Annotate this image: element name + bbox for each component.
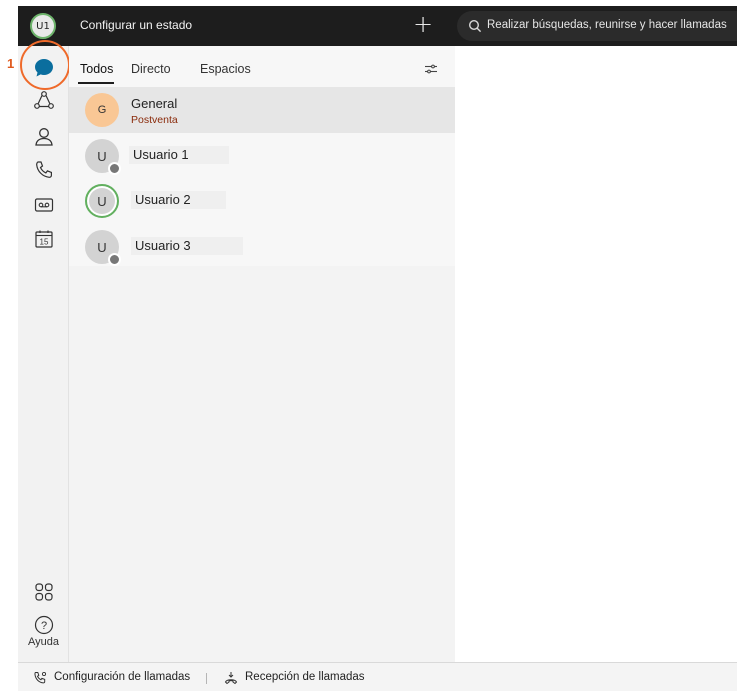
- call-pickup-icon: [224, 672, 238, 685]
- contact-name: Usuario 1: [133, 147, 189, 162]
- rail-item-voicemail[interactable]: [18, 190, 69, 220]
- user-avatar: U: [85, 139, 121, 175]
- help-label[interactable]: Ayuda: [18, 636, 69, 648]
- name-highlight: Usuario 2: [131, 191, 226, 209]
- rail-item-calendar[interactable]: 15: [18, 224, 69, 254]
- tab-direct[interactable]: Directo: [131, 62, 171, 76]
- search-placeholder: Realizar búsquedas, reunirse y hacer lla…: [487, 19, 727, 31]
- filter-tabs: Todos Directo Espacios: [69, 46, 455, 86]
- list-item-usuario-3[interactable]: U Usuario 3: [69, 224, 455, 270]
- search-icon: [468, 19, 482, 33]
- active-tab-indicator: [78, 82, 114, 84]
- main-content-area: [455, 46, 737, 662]
- callout-number: 1: [7, 56, 15, 71]
- call-settings-link[interactable]: Configuración de llamadas: [54, 671, 190, 683]
- footer-divider: [206, 673, 207, 684]
- contact-name: Usuario 3: [135, 238, 191, 253]
- contacts-icon: [34, 128, 53, 146]
- navigation-rail: 15 ? Ayuda: [18, 46, 69, 662]
- list-item-usuario-2[interactable]: U Usuario 2: [69, 178, 455, 224]
- name-highlight: Usuario 3: [131, 237, 243, 255]
- phone-icon: [35, 161, 52, 178]
- away-status-icon: [108, 162, 121, 175]
- user-avatar[interactable]: U1: [30, 13, 56, 39]
- away-status-icon: [108, 253, 121, 266]
- app-window: U1 Configurar un estado + Realizar búsqu…: [0, 0, 737, 691]
- search-input[interactable]: Realizar búsquedas, reunirse y hacer lla…: [457, 11, 737, 41]
- call-settings-icon: [34, 671, 47, 684]
- teams-icon: [33, 91, 54, 109]
- help-icon: ?: [34, 615, 53, 635]
- callout-ring: [20, 40, 70, 90]
- set-status-button[interactable]: Configurar un estado: [80, 18, 192, 32]
- user-avatar: U: [85, 184, 119, 218]
- top-bar: U1 Configurar un estado + Realizar búsqu…: [18, 6, 737, 46]
- avatar-initial: U: [97, 239, 107, 255]
- tab-spaces[interactable]: Espacios: [200, 62, 251, 76]
- rail-item-contacts[interactable]: [18, 122, 69, 152]
- rail-item-calls[interactable]: [18, 155, 69, 185]
- space-subtitle: Postventa: [131, 114, 178, 126]
- contact-name: Usuario 2: [135, 192, 191, 207]
- name-highlight: Usuario 1: [129, 146, 229, 164]
- filter-icon[interactable]: [424, 64, 438, 74]
- space-avatar: G: [85, 93, 119, 127]
- list-item-general[interactable]: G General Postventa: [69, 87, 455, 133]
- apps-grid-icon: [34, 583, 53, 601]
- voicemail-icon: [34, 198, 53, 212]
- user-avatar: U: [85, 230, 121, 266]
- list-item-usuario-1[interactable]: U Usuario 1: [69, 133, 455, 179]
- rail-item-teams[interactable]: [18, 86, 69, 116]
- call-pickup-link[interactable]: Recepción de llamadas: [245, 671, 365, 683]
- calendar-icon: 15: [34, 230, 53, 248]
- avatar-initial: U: [97, 148, 107, 164]
- new-item-button[interactable]: +: [411, 12, 435, 37]
- conversation-panel: Todos Directo Espacios G General Postven…: [69, 46, 455, 662]
- space-title: General: [131, 96, 178, 111]
- status-footer: Configuración de llamadas Recepción de l…: [18, 662, 737, 691]
- help-symbol: ?: [40, 620, 46, 632]
- rail-item-apps[interactable]: [18, 577, 69, 607]
- calendar-day: 15: [39, 238, 48, 247]
- tab-all[interactable]: Todos: [80, 62, 113, 76]
